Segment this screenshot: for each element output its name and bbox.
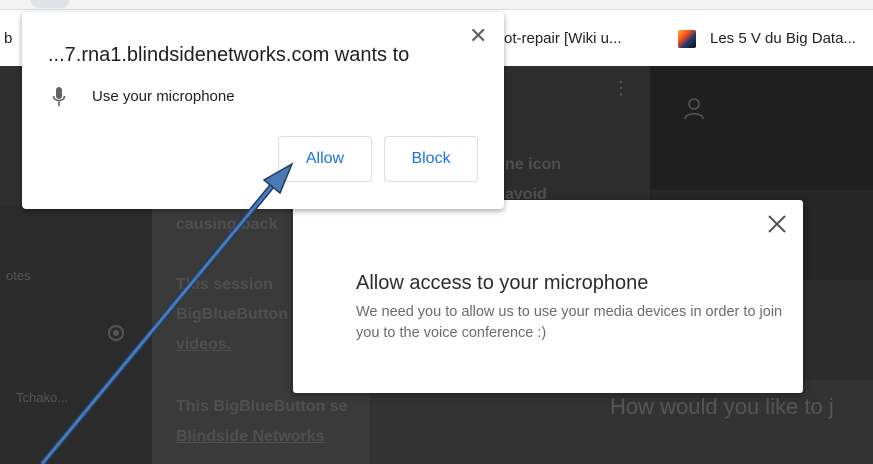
bookmark-wiki[interactable]: ot-repair [Wiki u... bbox=[504, 30, 622, 47]
permission-prompt: ...7.rna1.blindsidenetworks.com wants to… bbox=[22, 12, 504, 209]
chat-line: This session bbox=[176, 276, 273, 293]
microphone-access-modal: Allow access to your microphone We need … bbox=[293, 200, 803, 393]
microphone-icon bbox=[52, 87, 66, 106]
allow-button[interactable]: Allow bbox=[278, 136, 372, 182]
prompt-origin: ...7.rna1.blindsidenetworks.com wants to bbox=[48, 44, 410, 66]
join-audio-prompt: How would you like to j bbox=[610, 394, 834, 419]
tab-shape[interactable] bbox=[30, 0, 70, 8]
tab-strip-edge bbox=[0, 0, 873, 10]
modal-description: We need you to allow us to use your medi… bbox=[356, 304, 783, 341]
bookmark-big-data[interactable]: Les 5 V du Big Data... bbox=[710, 30, 856, 47]
modal-title: Allow access to your microphone bbox=[356, 272, 649, 294]
settings-gear-icon[interactable] bbox=[106, 323, 126, 343]
permission-request: Use your microphone bbox=[92, 88, 235, 105]
chat-link[interactable]: videos. bbox=[176, 336, 231, 354]
bookmark-partial[interactable]: b bbox=[4, 30, 12, 47]
chat-line: This BigBlueButton se bbox=[176, 398, 348, 415]
close-icon[interactable]: ✕ bbox=[469, 25, 487, 47]
sidebar-user-label[interactable]: Tchako... bbox=[16, 390, 68, 405]
chat-link[interactable]: Blindside Networks bbox=[176, 428, 324, 446]
sidebar-notes-label[interactable]: otes bbox=[6, 268, 31, 283]
close-icon[interactable] bbox=[765, 212, 789, 236]
block-button[interactable]: Block bbox=[384, 136, 478, 182]
more-options-icon[interactable]: ⋮ bbox=[612, 79, 630, 97]
chat-line: causing back bbox=[176, 216, 278, 233]
chat-line: BigBlueButton bbox=[176, 306, 288, 323]
user-icon[interactable] bbox=[684, 98, 704, 120]
chat-line: ne icon bbox=[505, 156, 562, 173]
photo-thumbnail-icon bbox=[678, 30, 696, 48]
